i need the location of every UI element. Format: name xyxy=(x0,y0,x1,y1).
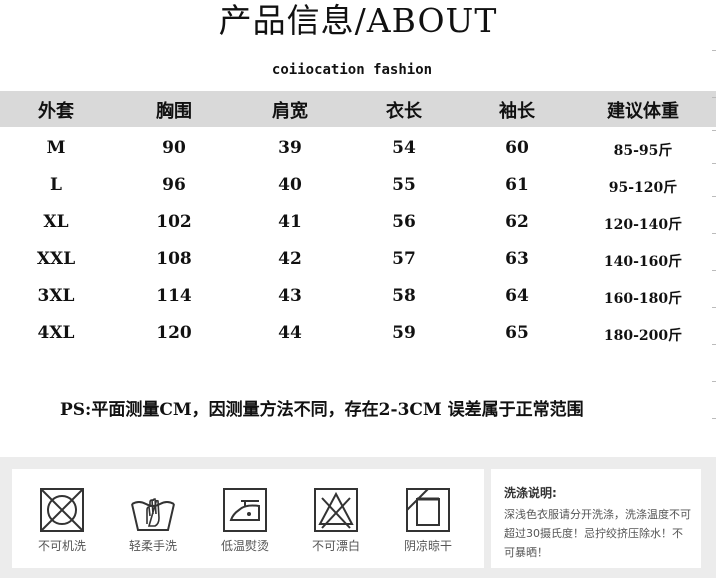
cell-sleeve: 61 xyxy=(505,175,529,195)
edge-mark xyxy=(712,344,716,345)
cell-sleeve: 64 xyxy=(505,286,529,306)
header-sleeve: 袖长 xyxy=(499,101,535,122)
no-machine-wash-icon xyxy=(40,488,84,532)
care-no-machine-wash: 不可机洗 xyxy=(27,486,97,554)
cell-chest: 96 xyxy=(162,175,186,195)
edge-mark xyxy=(712,233,716,234)
care-hand-wash: 轻柔手洗 xyxy=(118,486,188,554)
table-row: XL 102 41 56 62 120-140斤 xyxy=(0,204,716,241)
cell-chest: 90 xyxy=(162,138,186,158)
care-label: 阴凉晾干 xyxy=(403,539,452,553)
header-weight: 建议体重 xyxy=(607,101,679,122)
header-size: 外套 xyxy=(38,101,74,122)
care-no-bleach: 不可漂白 xyxy=(301,486,371,554)
edge-mark xyxy=(712,307,716,308)
cell-weight: 140-160斤 xyxy=(603,254,683,270)
cell-weight: 120-140斤 xyxy=(603,217,683,233)
care-label: 轻柔手洗 xyxy=(128,539,177,553)
cell-chest: 102 xyxy=(156,212,192,232)
page-title: 产品信息/ABOUT xyxy=(218,1,498,40)
shade-dry-icon xyxy=(406,488,450,532)
cell-size: M xyxy=(46,138,66,158)
header-length: 衣长 xyxy=(386,101,422,122)
table-row: XXL 108 42 57 63 140-160斤 xyxy=(0,241,716,278)
cell-shoulder: 40 xyxy=(278,175,302,195)
cell-weight: 180-200斤 xyxy=(603,328,683,344)
cell-size: 4XL xyxy=(37,323,75,343)
edge-mark xyxy=(712,196,716,197)
cell-shoulder: 43 xyxy=(278,286,302,306)
table-row: 3XL 114 43 58 64 160-180斤 xyxy=(0,278,716,315)
cell-weight: 95-120斤 xyxy=(608,180,678,196)
table-row: L 96 40 55 61 95-120斤 xyxy=(0,167,716,204)
cell-sleeve: 60 xyxy=(505,138,529,158)
header-chest: 胸围 xyxy=(156,101,192,122)
care-label: 不可漂白 xyxy=(311,539,360,553)
edge-mark xyxy=(712,50,716,51)
no-bleach-icon xyxy=(314,488,358,532)
cell-chest: 114 xyxy=(156,286,192,306)
edge-mark xyxy=(712,130,716,131)
brand-subtitle: coiiocation fashion xyxy=(271,62,433,78)
cell-length: 57 xyxy=(392,249,416,269)
cell-shoulder: 41 xyxy=(278,212,302,232)
cell-shoulder: 42 xyxy=(278,249,302,269)
cell-shoulder: 44 xyxy=(278,323,302,343)
table-row: 4XL 120 44 59 65 180-200斤 xyxy=(0,315,716,352)
cell-size: XL xyxy=(43,212,69,232)
cell-length: 56 xyxy=(392,212,416,232)
cell-sleeve: 65 xyxy=(505,323,529,343)
care-label: 不可机洗 xyxy=(37,539,86,553)
measurement-note: PS:平面测量CM，因测量方法不同，存在2-3CM 误差属于正常范围 xyxy=(60,400,584,420)
cell-chest: 108 xyxy=(156,249,192,269)
cell-length: 54 xyxy=(392,138,416,158)
hand-wash-icon xyxy=(131,498,175,531)
cell-size: XXL xyxy=(36,249,76,269)
edge-mark xyxy=(712,270,716,271)
cell-chest: 120 xyxy=(156,323,192,343)
edge-mark xyxy=(712,418,716,419)
edge-mark xyxy=(712,163,716,164)
wash-instructions-text: 深浅色衣服请分开洗涤，洗涤温度不可超过30摄氏度！忌拧绞挤压除水！不可暴晒！ xyxy=(504,508,691,559)
care-label: 低温熨烫 xyxy=(220,539,269,553)
edge-mark xyxy=(712,97,716,98)
cell-length: 55 xyxy=(392,175,416,195)
care-shade-dry: 阴凉晾干 xyxy=(393,486,463,554)
cell-weight: 160-180斤 xyxy=(603,291,683,307)
cell-length: 59 xyxy=(392,323,416,343)
table-row: M 90 39 54 60 85-95斤 xyxy=(0,130,716,167)
cell-shoulder: 39 xyxy=(278,138,302,158)
cell-sleeve: 62 xyxy=(505,212,529,232)
cell-size: 3XL xyxy=(37,286,75,306)
low-iron-icon xyxy=(223,488,267,532)
cell-size: L xyxy=(50,175,62,195)
header-shoulder: 肩宽 xyxy=(272,101,308,122)
cell-sleeve: 63 xyxy=(505,249,529,269)
edge-mark xyxy=(712,381,716,382)
cell-weight: 85-95斤 xyxy=(613,143,673,159)
wash-instructions-title: 洗涤说明: xyxy=(504,486,557,500)
care-low-iron: 低温熨烫 xyxy=(210,486,280,554)
cell-length: 58 xyxy=(392,286,416,306)
